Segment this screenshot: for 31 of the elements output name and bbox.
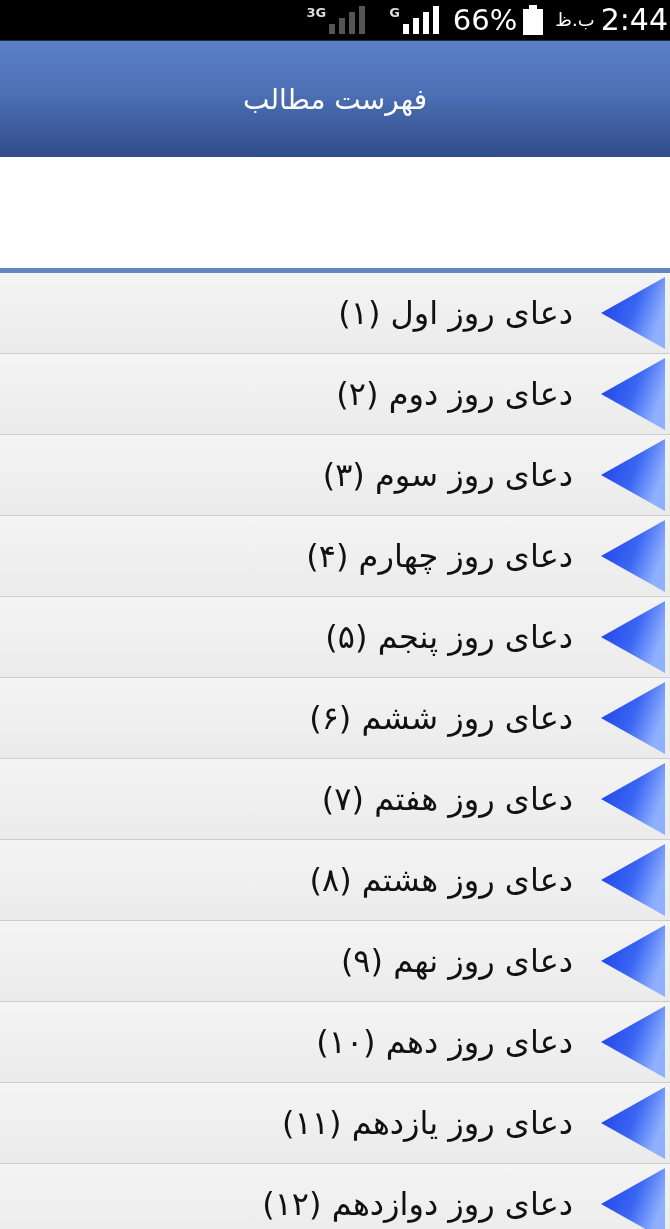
list-item[interactable]: دعای روز دوم (۲): [0, 354, 670, 435]
left-triangle-icon: [601, 277, 665, 349]
list-item[interactable]: دعای روز نهم (۹): [0, 921, 670, 1002]
left-triangle-icon: [601, 601, 665, 673]
left-triangle-icon: [601, 1006, 665, 1078]
left-triangle-icon: [601, 682, 665, 754]
network-label: 3G: [306, 6, 327, 19]
list-item[interactable]: دعای روز اول (۱): [0, 273, 670, 354]
battery-percent: 66%: [452, 3, 518, 37]
list-item[interactable]: دعای روز یازدهم (۱۱): [0, 1083, 670, 1164]
battery-icon: [523, 5, 544, 35]
page-title: فهرست مطالب: [242, 82, 428, 116]
list-item[interactable]: دعای روز هشتم (۸): [0, 840, 670, 921]
list-item[interactable]: دعای روز هفتم (۷): [0, 759, 670, 840]
clock-time: 2:44: [600, 2, 668, 38]
list-item[interactable]: دعای روز ششم (۶): [0, 678, 670, 759]
list-item[interactable]: دعای روز پنجم (۵): [0, 597, 670, 678]
left-triangle-icon: [601, 1168, 665, 1229]
list-item[interactable]: دعای روز دهم (۱۰): [0, 1002, 670, 1083]
time-period: ب.ظ: [555, 8, 595, 32]
network-label: G: [389, 6, 400, 19]
list-item[interactable]: دعای روز چهارم (۴): [0, 516, 670, 597]
list-item[interactable]: دعای روز سوم (۳): [0, 435, 670, 516]
left-triangle-icon: [601, 1087, 665, 1159]
left-triangle-icon: [601, 925, 665, 997]
left-triangle-icon: [601, 520, 665, 592]
left-triangle-icon: [601, 358, 665, 430]
list-item[interactable]: دعای روز دوازدهم (۱۲): [0, 1164, 670, 1229]
left-triangle-icon: [601, 439, 665, 511]
left-triangle-icon: [601, 763, 665, 835]
left-triangle-icon: [601, 844, 665, 916]
